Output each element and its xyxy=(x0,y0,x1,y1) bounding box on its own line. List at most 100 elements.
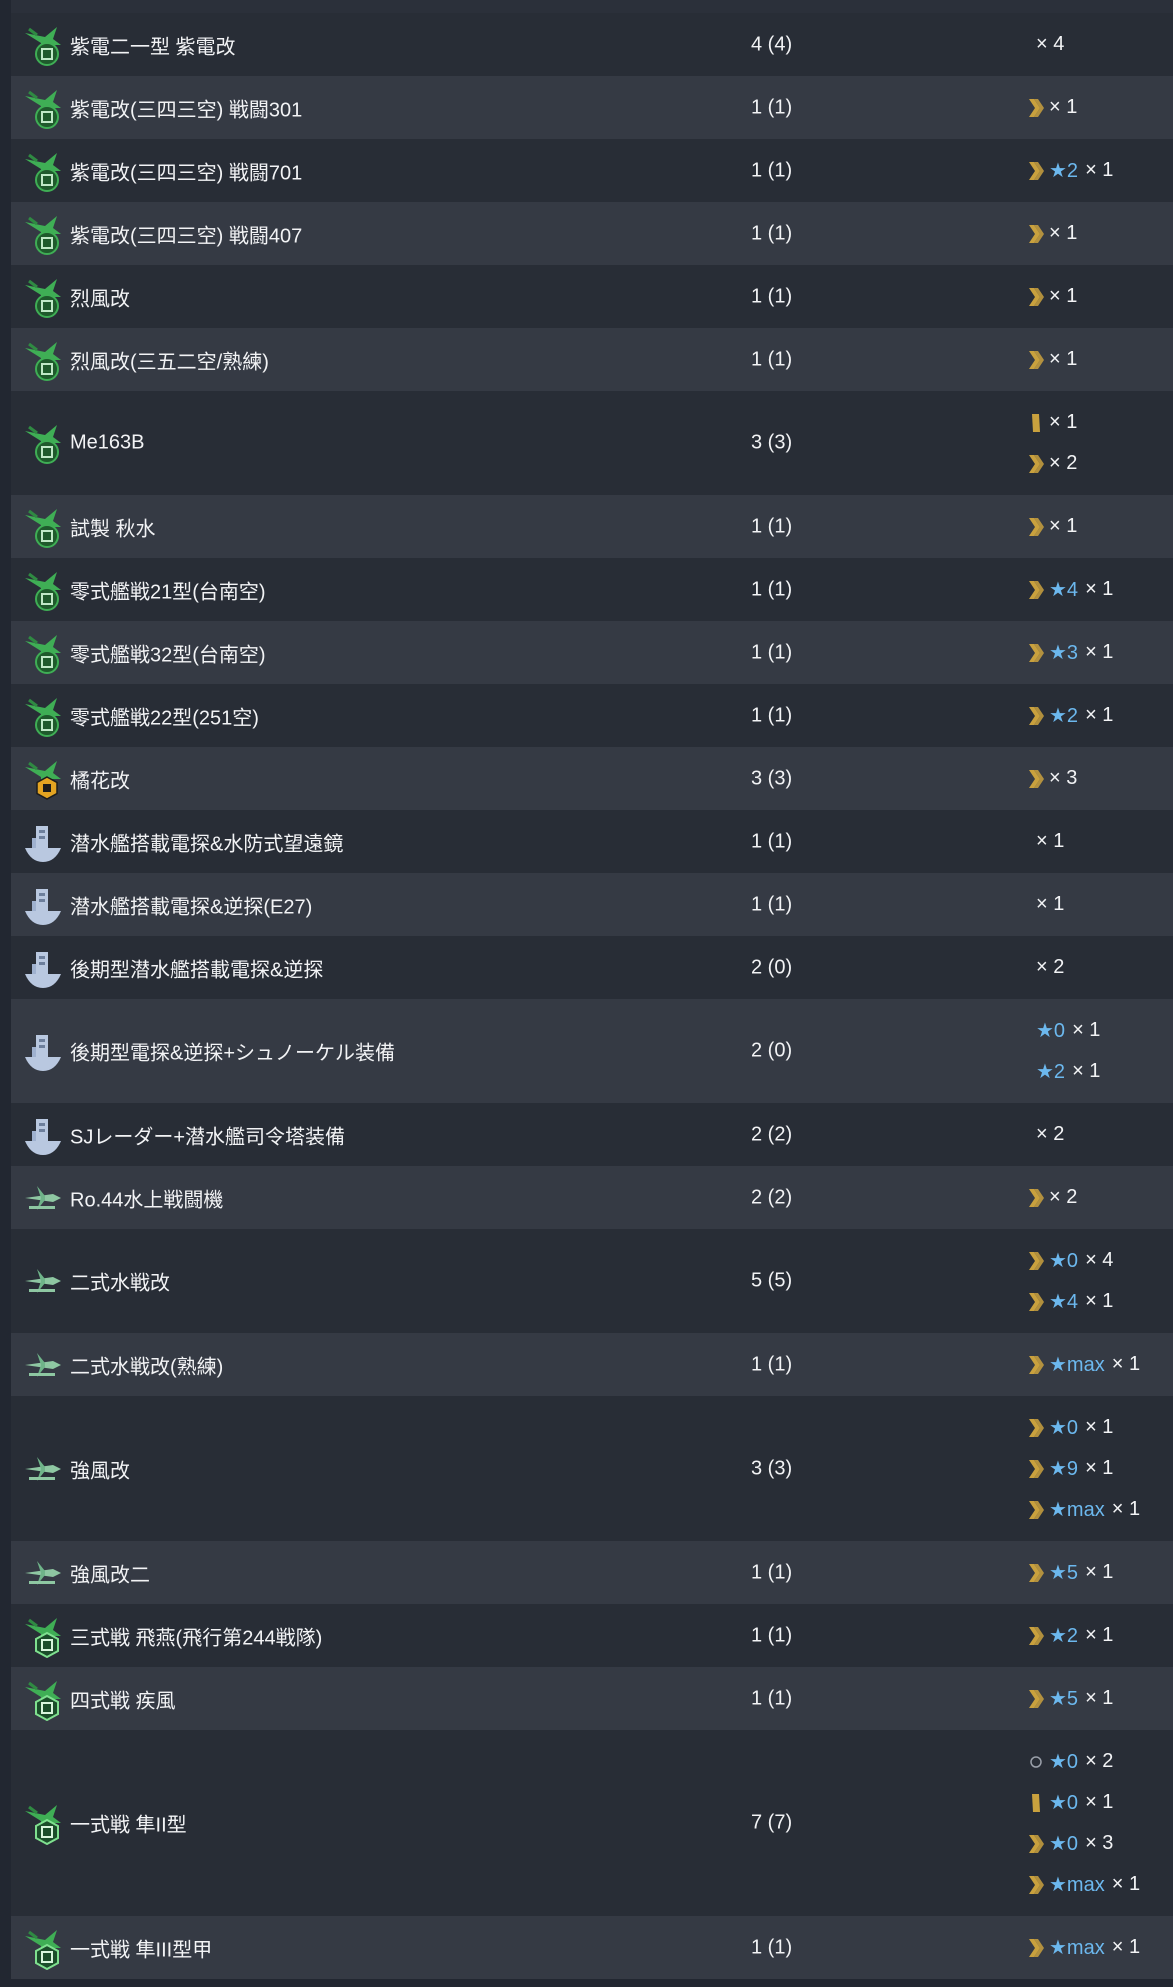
table-row[interactable]: 零式艦戦32型(台南空) 1 (1) ★3 × 1 xyxy=(11,621,1173,684)
equipment-name[interactable]: 試製 秋水 xyxy=(70,512,156,541)
improvement-quantity: × 1 xyxy=(1085,641,1114,663)
table-row[interactable]: 紫電改(三四三空) 戦闘407 1 (1) × 1 xyxy=(11,202,1173,265)
improvement-quantity: × 1 xyxy=(1049,515,1078,537)
improvement-line: × 1 xyxy=(1027,821,1064,862)
improvement-details: ★5 × 1 xyxy=(1027,1667,1113,1730)
improvement-line: × 2 xyxy=(1027,1177,1077,1218)
table-row[interactable]: 潜水艦搭載電探&逆探(E27) 1 (1) × 1 xyxy=(11,873,1173,936)
improvement-line: × 1 xyxy=(1027,884,1064,925)
equipment-name[interactable]: 潜水艦搭載電探&逆探(E27) xyxy=(70,890,312,919)
proficiency-chevron-icon xyxy=(1027,1937,1045,1959)
table-row[interactable]: 紫電改(三四三空) 戦闘301 1 (1) × 1 xyxy=(11,76,1173,139)
table-row[interactable]: 烈風改(三五二空/熟練) 1 (1) × 1 xyxy=(11,328,1173,391)
proficiency-chevron-icon xyxy=(1027,642,1045,664)
equipment-name[interactable]: 二式水戦改 xyxy=(70,1267,170,1296)
equipment-name[interactable]: 烈風改(三五二空/熟練) xyxy=(70,345,269,374)
equipment-name[interactable]: Me163B xyxy=(70,432,145,455)
improvement-quantity: × 1 xyxy=(1085,1687,1114,1709)
equipment-name[interactable]: 紫電改(三四三空) 戦闘407 xyxy=(70,219,302,248)
table-row[interactable]: 零式艦戦21型(台南空) 1 (1) ★4 × 1 xyxy=(11,558,1173,621)
improvement-star: ★0 xyxy=(1036,1020,1066,1042)
table-row[interactable]: 零式艦戦22型(251空) 1 (1) ★2 × 1 xyxy=(11,684,1173,747)
improvement-star: ★9 xyxy=(1049,1458,1079,1480)
fighter-icon-kyoku xyxy=(23,694,63,738)
proficiency-chevron-icon xyxy=(1027,1250,1045,1272)
table-row[interactable]: 強風改二 1 (1) ★5 × 1 xyxy=(11,1541,1173,1604)
equipment-name[interactable]: 強風改二 xyxy=(70,1558,150,1587)
table-row[interactable]: 強風改 3 (3) ★0 × 1 ★9 × 1 ★max × 1 xyxy=(11,1396,1173,1541)
equipment-name[interactable]: 二式水戦改(熟練) xyxy=(70,1350,223,1379)
equipment-name[interactable]: 一式戦 隼II型 xyxy=(70,1809,187,1838)
improvement-details: × 2 xyxy=(1027,1103,1064,1166)
equipment-count: 1 (1) xyxy=(751,222,793,244)
table-row[interactable]: 三式戦 飛燕(飛行第244戦隊) 1 (1) ★2 × 1 xyxy=(11,1604,1173,1667)
equipment-name[interactable]: 強風改 xyxy=(70,1454,130,1483)
fighter-icon-kyoku xyxy=(23,275,63,319)
improvement-star: ★3 xyxy=(1049,642,1079,664)
improvement-quantity: × 1 xyxy=(1049,348,1078,370)
equipment-name[interactable]: 三式戦 飛燕(飛行第244戦隊) xyxy=(70,1621,322,1650)
improvement-details: × 1 xyxy=(1027,76,1077,139)
improvement-quantity: × 1 xyxy=(1049,96,1078,118)
equipment-name[interactable]: Ro.44水上戦闘機 xyxy=(70,1183,223,1212)
equipment-name[interactable]: 紫電二一型 紫電改 xyxy=(70,30,236,59)
equipment-name[interactable]: 後期型潜水艦搭載電探&逆探 xyxy=(70,953,323,982)
equipment-name[interactable]: 紫電改(三四三空) 戦闘301 xyxy=(70,93,302,122)
equipment-name[interactable]: 零式艦戦32型(台南空) xyxy=(70,638,266,667)
table-row[interactable]: 紫電改(三四三空) 戦闘701 1 (1) ★2 × 1 xyxy=(11,139,1173,202)
improvement-line: ★2 × 1 xyxy=(1027,150,1113,191)
proficiency-chevron-icon xyxy=(1027,1499,1045,1521)
equipment-name[interactable]: 烈風改 xyxy=(70,282,130,311)
improvement-details: × 1 xyxy=(1027,328,1077,391)
equipment-name[interactable]: SJレーダー+潜水艦司令塔装備 xyxy=(70,1120,345,1149)
equipment-name[interactable]: 橘花改 xyxy=(70,764,130,793)
table-row[interactable]: 後期型電探&逆探+シュノーケル装備 2 (0) ★0 × 1 ★2 × 1 xyxy=(11,999,1173,1103)
improvement-quantity: × 1 xyxy=(1085,1561,1114,1583)
seaplane-fighter-icon xyxy=(23,1447,63,1491)
improvement-line: × 1 xyxy=(1027,276,1077,317)
improvement-line: ★max × 1 xyxy=(1027,1927,1140,1968)
improvement-details: ★max × 1 xyxy=(1027,1333,1140,1396)
equipment-name[interactable]: 四式戦 疾風 xyxy=(70,1684,176,1713)
equipment-count: 1 (1) xyxy=(751,159,793,181)
improvement-line: ★9 × 1 xyxy=(1027,1448,1140,1489)
equipment-name[interactable]: 紫電改(三四三空) 戦闘701 xyxy=(70,156,302,185)
table-row[interactable]: Me163B 3 (3) × 1 × 2 xyxy=(11,391,1173,495)
equipment-count: 1 (1) xyxy=(751,1687,793,1709)
improvement-line: ★0 × 1 xyxy=(1027,1407,1140,1448)
table-row[interactable]: 烈風改 1 (1) × 1 xyxy=(11,265,1173,328)
table-row[interactable]: 二式水戦改 5 (5) ★0 × 4 ★4 × 1 xyxy=(11,1229,1173,1333)
improvement-line: × 4 xyxy=(1027,24,1064,65)
fighter-icon-kyoku xyxy=(23,505,63,549)
improvement-line: ★0 × 2 xyxy=(1027,1741,1140,1782)
equipment-count: 1 (1) xyxy=(751,1936,793,1958)
table-row[interactable]: 橘花改 3 (3) × 3 xyxy=(11,747,1173,810)
improvement-star: ★5 xyxy=(1049,1688,1079,1710)
table-row[interactable]: 四式戦 疾風 1 (1) ★5 × 1 xyxy=(11,1667,1173,1730)
proficiency-chevron-icon xyxy=(1027,516,1045,538)
improvement-quantity: × 2 xyxy=(1036,956,1065,978)
table-row[interactable]: 一式戦 隼III型甲 1 (1) ★max × 1 xyxy=(11,1916,1173,1979)
table-row[interactable]: 紫電二一型 紫電改 4 (4) × 4 xyxy=(11,13,1173,76)
table-row[interactable]: 試製 秋水 1 (1) × 1 xyxy=(11,495,1173,558)
table-row[interactable]: 一式戦 隼II型 7 (7) ★0 × 2 ★0 × 1 ★0 × 3 ★max × 1 xyxy=(11,1730,1173,1916)
equipment-count: 1 (1) xyxy=(751,1353,793,1375)
equipment-name[interactable]: 零式艦戦22型(251空) xyxy=(70,701,259,730)
fighter-icon-kyoku xyxy=(23,421,63,465)
table-row[interactable]: 後期型潜水艦搭載電探&逆探 2 (0) × 2 xyxy=(11,936,1173,999)
equipment-name[interactable]: 後期型電探&逆探+シュノーケル装備 xyxy=(70,1037,395,1066)
equipment-name[interactable]: 零式艦戦21型(台南空) xyxy=(70,575,266,604)
table-row[interactable]: 二式水戦改(熟練) 1 (1) ★max × 1 xyxy=(11,1333,1173,1396)
equipment-name[interactable]: 一式戦 隼III型甲 xyxy=(70,1933,212,1962)
improvement-details: ★0 × 1 ★9 × 1 ★max × 1 xyxy=(1027,1396,1140,1541)
equipment-name[interactable]: 潜水艦搭載電探&水防式望遠鏡 xyxy=(70,827,343,856)
improvement-star: ★2 xyxy=(1049,1625,1079,1647)
table-row[interactable]: 潜水艦搭載電探&水防式望遠鏡 1 (1) × 1 xyxy=(11,810,1173,873)
improvement-details: × 1 × 2 xyxy=(1027,391,1077,495)
table-row[interactable]: Ro.44水上戦闘機 2 (2) × 2 xyxy=(11,1166,1173,1229)
table-row[interactable]: SJレーダー+潜水艦司令塔装備 2 (2) × 2 xyxy=(11,1103,1173,1166)
proficiency-chevron-icon xyxy=(1027,1688,1045,1710)
improvement-quantity: × 1 xyxy=(1111,1873,1141,1895)
improvement-line: × 1 xyxy=(1027,506,1077,547)
army-fighter-icon xyxy=(23,1677,63,1721)
